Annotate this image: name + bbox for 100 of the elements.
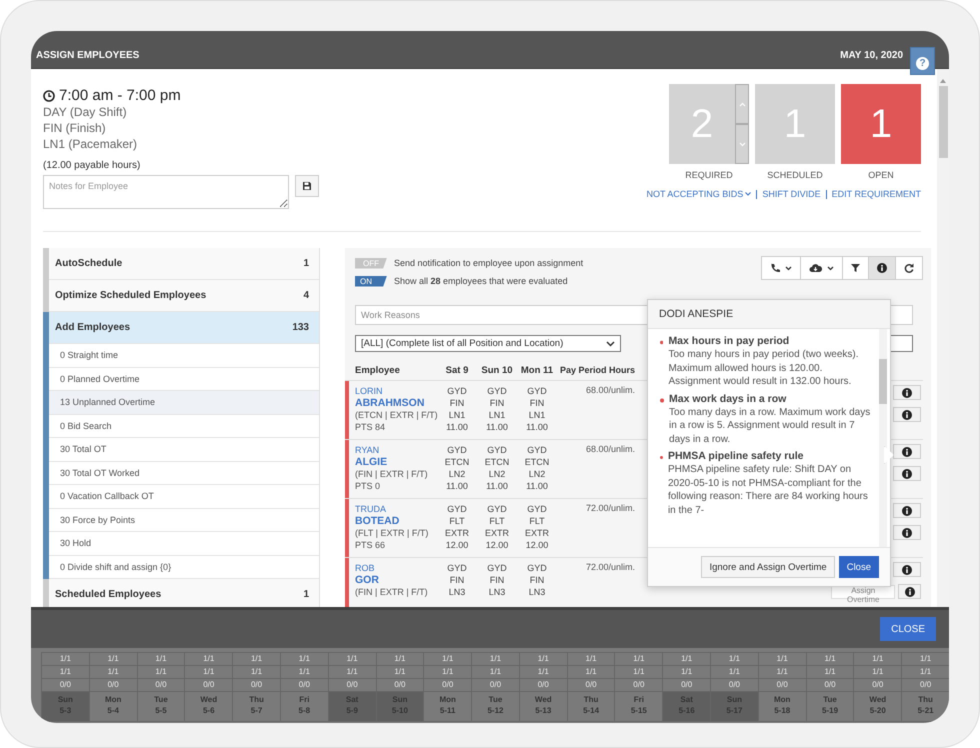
table-cell-text: 11.00 [525,480,549,492]
shift-detail: DAY (Day Shift) [43,104,128,120]
table-cell-text: LN1 [488,409,506,421]
table-cell-text: FLT [488,515,506,527]
table-cell-text: GYD [526,503,548,515]
counter-label: REQUIRED [685,170,733,180]
table-cell-text: GYD [526,444,548,456]
column-header: Sun 10 [480,364,514,376]
link[interactable]: EDIT REQUIREMENT [832,189,921,199]
table-cell-text: 68.00/unlim. [584,384,636,397]
employee-first-name[interactable]: LORIN [355,385,437,397]
shift-detail: FIN (Finish) [43,120,107,136]
violation-text: PHMSA pipeline safety rule: Shift DAY on 2020-05-10 is not PHMSA-compliant for the following reason: There are 84 working hours in the 7- [668,463,869,517]
sidebar-item[interactable]: AutoSchedule 1 [49,248,319,280]
table-cell-text: GYD [486,562,508,574]
table-cell-text: GYD [446,562,468,574]
table-cell-text: FIN [488,397,506,409]
sidebar-item[interactable]: Scheduled Employees 1 [49,579,319,607]
shift-time: 7:00 am - 7:00 pm [59,87,181,104]
table-cell-text: 68.00/unlim. [584,443,636,456]
table-cell-text: ETCN [524,456,550,468]
notes-field[interactable]: Notes for Employee [43,175,289,209]
table-cell-text: EXTR [444,527,470,539]
employee-last-name[interactable]: ALGIE [355,456,437,468]
table-cell-text: GYD [526,385,548,397]
violation-title: Max work days in a row [669,392,788,406]
table-cell-text: GYD [486,503,508,515]
table-cell-text: FIN [448,574,466,586]
employee-points: PTS 66 [355,539,386,551]
table-cell-text: FIN [488,574,506,586]
column-header: Mon 11 [520,364,554,376]
employee-last-name[interactable]: ABRAHMSON [355,397,437,409]
table-cell-text: 72.00/unlim. [584,502,636,515]
table-cell-text: FLT [528,515,546,527]
popover-title: DODI ANESPIE [648,300,890,329]
table-cell-text: EXTR [524,527,550,539]
table-cell-text: FIN [448,397,466,409]
help-button[interactable]: ? [910,47,935,75]
counter-label: OPEN [868,170,894,180]
table-cell-text: ETCN [444,456,470,468]
employee-points: PTS 84 [355,421,386,433]
close-button[interactable]: CLOSE [880,617,936,641]
toggle-label: Send notification to employee upon assignment [394,258,584,268]
employee-first-name[interactable]: ROB [355,562,437,574]
table-cell-text: 11.00 [525,421,549,433]
payable-hours: (12.00 payable hours) [43,160,142,171]
table-cell-text: 12.00 [444,539,470,551]
sidebar-subitem[interactable]: 0 Bid Search [49,414,319,438]
table-cell-text: GYD [486,385,508,397]
employee-first-name[interactable]: TRUDA [355,503,437,515]
shift-detail: LN1 (Pacemaker) [43,136,138,152]
table-cell-text: LN2 [528,468,546,480]
toggle-label: Show all 28 employees that were evaluated [394,276,568,286]
table-cell-text: 72.00/unlim. [584,561,636,574]
table-cell-text: FIN [528,397,546,409]
table-cell-text: LN2 [448,468,466,480]
table-cell-text: ETCN [484,456,510,468]
employee-tags: (FIN | EXTR | F/T) [355,468,437,480]
sidebar-subitem[interactable]: 0 Divide shift and assign {0} [49,556,319,579]
sidebar-subitem[interactable]: 30 Total OT Worked [49,462,319,485]
table-cell-text: LN1 [448,409,466,421]
employee-first-name[interactable]: RYAN [355,444,437,456]
table-cell-text: EXTR [484,527,510,539]
sidebar-item[interactable]: Add Employees 133 [49,312,319,344]
sidebar-subitem[interactable]: 13 Unplanned Overtime [49,391,319,414]
toggle-switch[interactable]: ON [355,276,387,286]
column-header: Employee [354,364,401,376]
table-cell-text: GYD [446,503,468,515]
employee-tags: (FLT | EXTR | F/T) [355,527,437,539]
table-cell-text: FIN [528,574,546,586]
employee-last-name[interactable]: GOR [355,574,437,586]
position-dropdown[interactable]: [ALL] (Complete list of all Position and Location) [355,335,621,352]
sidebar-subitem[interactable]: 30 Force by Points [49,508,319,532]
counter-label: SCHEDULED [767,170,823,180]
table-cell-text: LN2 [488,468,506,480]
table-cell-text: GYD [526,562,548,574]
table-cell-text: LN1 [528,409,546,421]
employee-tags: (ETCN | EXTR | F/T) [355,409,437,421]
table-cell-text: 11.00 [445,480,469,492]
ignore-button[interactable]: Ignore and Assign Overtime [701,556,835,578]
table-cell-text: 11.00 [485,480,509,492]
employee-last-name[interactable]: BOTEAD [355,515,437,527]
violation-text: Too many days in a row. Maximum work days in a row is 5. Assignment would result in 7 days in a row. [669,406,872,446]
sidebar-item[interactable]: Optimize Scheduled Employees 4 [49,280,319,312]
close-button[interactable]: Close [838,556,879,578]
violation-title: PHMSA pipeline safety rule [668,450,805,463]
link[interactable]: SHIFT DIVIDE [762,189,821,199]
window-title: ASSIGN EMPLOYEES [36,50,140,61]
column-header: Pay Period Hours [559,365,636,375]
violation-title: Max hours in pay period [668,335,790,348]
sidebar-subitem[interactable]: 0 Planned Overtime [49,368,319,391]
table-cell-text: LN3 [488,586,506,598]
table-cell-text: LN3 [528,586,546,598]
table-cell-text: GYD [486,444,508,456]
table-cell-text: GYD [446,444,468,456]
table-cell-text: LN3 [448,586,466,598]
table-cell-text: 12.00 [524,539,550,551]
link[interactable]: NOT ACCEPTING BIDS [646,189,752,199]
table-cell-text: GYD [446,385,468,397]
column-header: Sat 9 [444,364,470,376]
